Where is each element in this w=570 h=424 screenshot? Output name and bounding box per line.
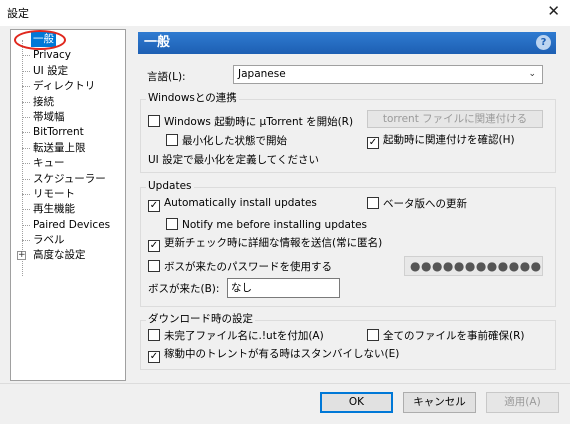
notify-before-install-checkbox[interactable]: Notify me before installing updates [166, 218, 367, 232]
ok-button[interactable]: OK [320, 392, 393, 413]
preallocate-checkbox[interactable]: 全てのファイルを事前確保(R) [367, 329, 525, 343]
tree-item-connection[interactable]: 接続 [31, 95, 56, 110]
window-title: 設定 [7, 7, 29, 20]
start-minimized-checkbox[interactable]: 最小化した状態で開始 [166, 134, 287, 148]
minimize-hint-text: UI 設定で最小化を定義してください [148, 154, 319, 166]
check-association-checkbox[interactable]: ✓ 起動時に関連付けを確認(H) [367, 134, 515, 149]
close-icon[interactable]: ✕ [547, 3, 560, 19]
tree-item-labels[interactable]: ラベル [31, 233, 67, 248]
language-label: 言語(L): [147, 71, 186, 83]
check-icon: ✓ [367, 137, 379, 149]
tree-item-advanced[interactable]: 高度な設定 [31, 248, 88, 263]
tree-item-directories[interactable]: ディレクトリ [31, 79, 97, 94]
tree-item-playback[interactable]: 再生機能 [31, 202, 77, 217]
checkbox-box [148, 260, 160, 272]
tree-item-privacy[interactable]: Privacy [31, 48, 73, 63]
tree-item-scheduler[interactable]: スケジューラー [31, 172, 108, 187]
checkbox-box [367, 197, 379, 209]
title-bar: 設定 ✕ [0, 0, 570, 26]
footer-divider [0, 383, 570, 384]
check-icon: ✓ [148, 351, 160, 363]
associate-torrent-button[interactable]: torrent ファイルに関連付ける [367, 110, 543, 128]
expand-icon[interactable]: + [17, 251, 26, 260]
language-select[interactable]: Japanese ⌄ [233, 65, 543, 84]
checkbox-box [367, 329, 379, 341]
apply-button[interactable]: 適用(A) [486, 392, 559, 413]
check-icon: ✓ [148, 240, 160, 252]
cancel-button[interactable]: キャンセル [403, 392, 476, 413]
boss-key-label: ボスが来た(B): [148, 283, 220, 295]
prevent-standby-checkbox[interactable]: ✓ 稼動中のトレントが有る時はスタンバイしない(E) [148, 348, 399, 363]
checkbox-box [166, 218, 178, 230]
tree-item-bandwidth[interactable]: 帯域幅 [31, 110, 67, 125]
boss-password-checkbox[interactable]: ボスが来たのパスワードを使用する [148, 260, 332, 274]
tree-item-bittorrent[interactable]: BitTorrent [31, 125, 86, 140]
highlight-circle [14, 30, 66, 50]
boss-key-input[interactable]: なし [227, 278, 340, 298]
check-icon: ✓ [148, 200, 160, 212]
tree-item-queue[interactable]: キュー [31, 156, 67, 171]
tree-item-remote[interactable]: リモート [31, 187, 77, 202]
page-header: 一般 ? [138, 32, 556, 54]
append-lut-checkbox[interactable]: 未完了ファイル名に.!utを付加(A) [148, 329, 324, 343]
download-title: ダウンロード時の設定 [146, 313, 255, 326]
language-value: Japanese [238, 68, 286, 80]
page-title: 一般 [144, 35, 171, 50]
checkbox-box [148, 329, 160, 341]
beta-updates-checkbox[interactable]: ベータ版への更新 [367, 197, 467, 211]
auto-install-checkbox[interactable]: ✓ Automatically install updates [148, 197, 317, 212]
chevron-down-icon: ⌄ [528, 69, 536, 79]
tree-item-ui-settings[interactable]: UI 設定 [31, 64, 70, 79]
send-info-checkbox[interactable]: ✓ 更新チェック時に詳細な情報を送信(常に匿名) [148, 237, 382, 252]
start-on-boot-checkbox[interactable]: Windows 起動時に µTorrent を開始(R) [148, 115, 353, 129]
download-group [140, 320, 556, 370]
tree-item-paired-devices[interactable]: Paired Devices [31, 218, 112, 233]
tree-item-transfer-cap[interactable]: 転送量上限 [31, 141, 88, 156]
updates-title: Updates [146, 180, 194, 193]
checkbox-box [148, 115, 160, 127]
settings-tree: 一般 Privacy UI 設定 ディレクトリ 接続 帯域幅 BitTorren… [10, 29, 126, 381]
boss-password-field[interactable]: ●●●●●●●●●●●● [404, 256, 543, 276]
help-icon[interactable]: ? [536, 35, 551, 50]
checkbox-box [166, 134, 178, 146]
windows-integration-title: Windowsとの連携 [146, 92, 239, 105]
